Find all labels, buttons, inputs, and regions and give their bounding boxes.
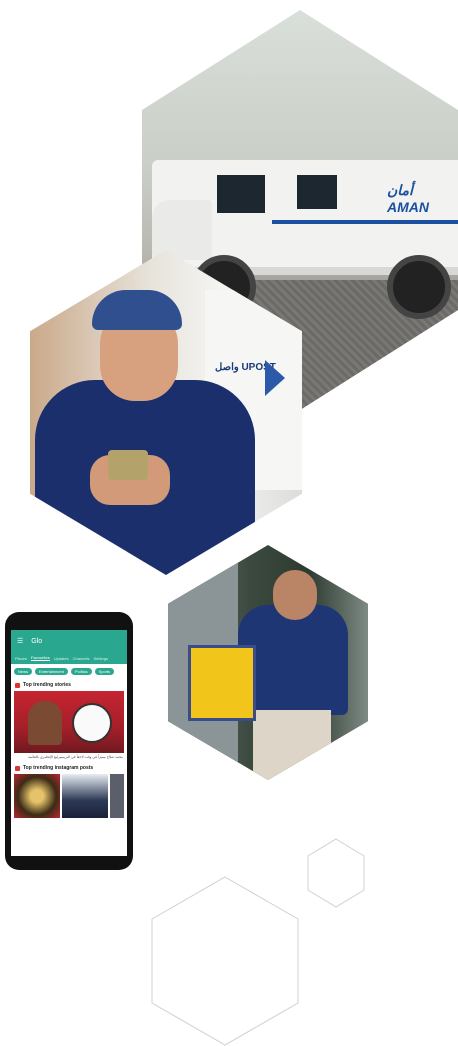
tab-settings[interactable]: Settings xyxy=(94,656,108,661)
van-stripe xyxy=(272,220,458,224)
instagram-icon xyxy=(15,765,20,771)
delivery-box xyxy=(188,645,256,721)
ball-icon xyxy=(72,703,112,743)
phone-mockup: ☰ Glo Places Favourites Updates Channels… xyxy=(5,612,133,870)
player-figure xyxy=(28,701,62,745)
tab-updates[interactable]: Updates xyxy=(54,656,69,661)
tab-channels[interactable]: Channels xyxy=(73,656,90,661)
chip-news[interactable]: News xyxy=(14,668,33,675)
courier-head xyxy=(273,570,317,620)
phone-screen: ☰ Glo Places Favourites Updates Channels… xyxy=(11,630,127,856)
instagram-row xyxy=(11,774,127,818)
trending-icon xyxy=(15,682,20,688)
story-image[interactable] xyxy=(14,691,124,753)
instagram-post[interactable] xyxy=(14,774,61,818)
van-cab xyxy=(152,200,212,260)
section-header: Top trending stories xyxy=(11,679,127,691)
app-title: Glo xyxy=(31,637,43,645)
handheld-device xyxy=(108,450,148,480)
instagram-post[interactable] xyxy=(62,774,109,818)
chip-sports[interactable]: Sports xyxy=(94,668,115,675)
tab-places[interactable]: Places xyxy=(15,656,27,661)
story-caption[interactable]: محمد صلاح مميزاً في وقت لاحقاً في البريم… xyxy=(11,753,127,762)
van-window xyxy=(297,175,337,209)
courier-box-photo xyxy=(168,545,368,780)
tab-favourites[interactable]: Favourites xyxy=(31,655,50,661)
large-outline-hexagon xyxy=(151,876,299,1046)
instagram-post[interactable] xyxy=(110,774,125,818)
section-title: Top trending instagram posts xyxy=(23,765,94,771)
app-bar: ☰ Glo xyxy=(11,630,127,652)
courier-pants xyxy=(253,710,331,780)
van-wheel xyxy=(387,255,451,319)
courier-cap xyxy=(92,290,182,330)
van-logo: أمان AMAN xyxy=(387,182,429,215)
small-outline-hexagon xyxy=(307,838,365,908)
menu-icon[interactable]: ☰ xyxy=(17,637,23,645)
section-header: Top trending instagram posts xyxy=(11,762,127,774)
section-title: Top trending stories xyxy=(23,682,71,688)
tab-bar: Places Favourites Updates Channels Setti… xyxy=(11,652,127,664)
chevron-logo-icon xyxy=(265,360,285,396)
van-window xyxy=(217,175,265,213)
chip-entertainment[interactable]: Entertainment xyxy=(35,668,68,675)
chip-politics[interactable]: Politics xyxy=(70,668,92,675)
category-chips: News Entertainment Politics Sports xyxy=(11,664,127,679)
